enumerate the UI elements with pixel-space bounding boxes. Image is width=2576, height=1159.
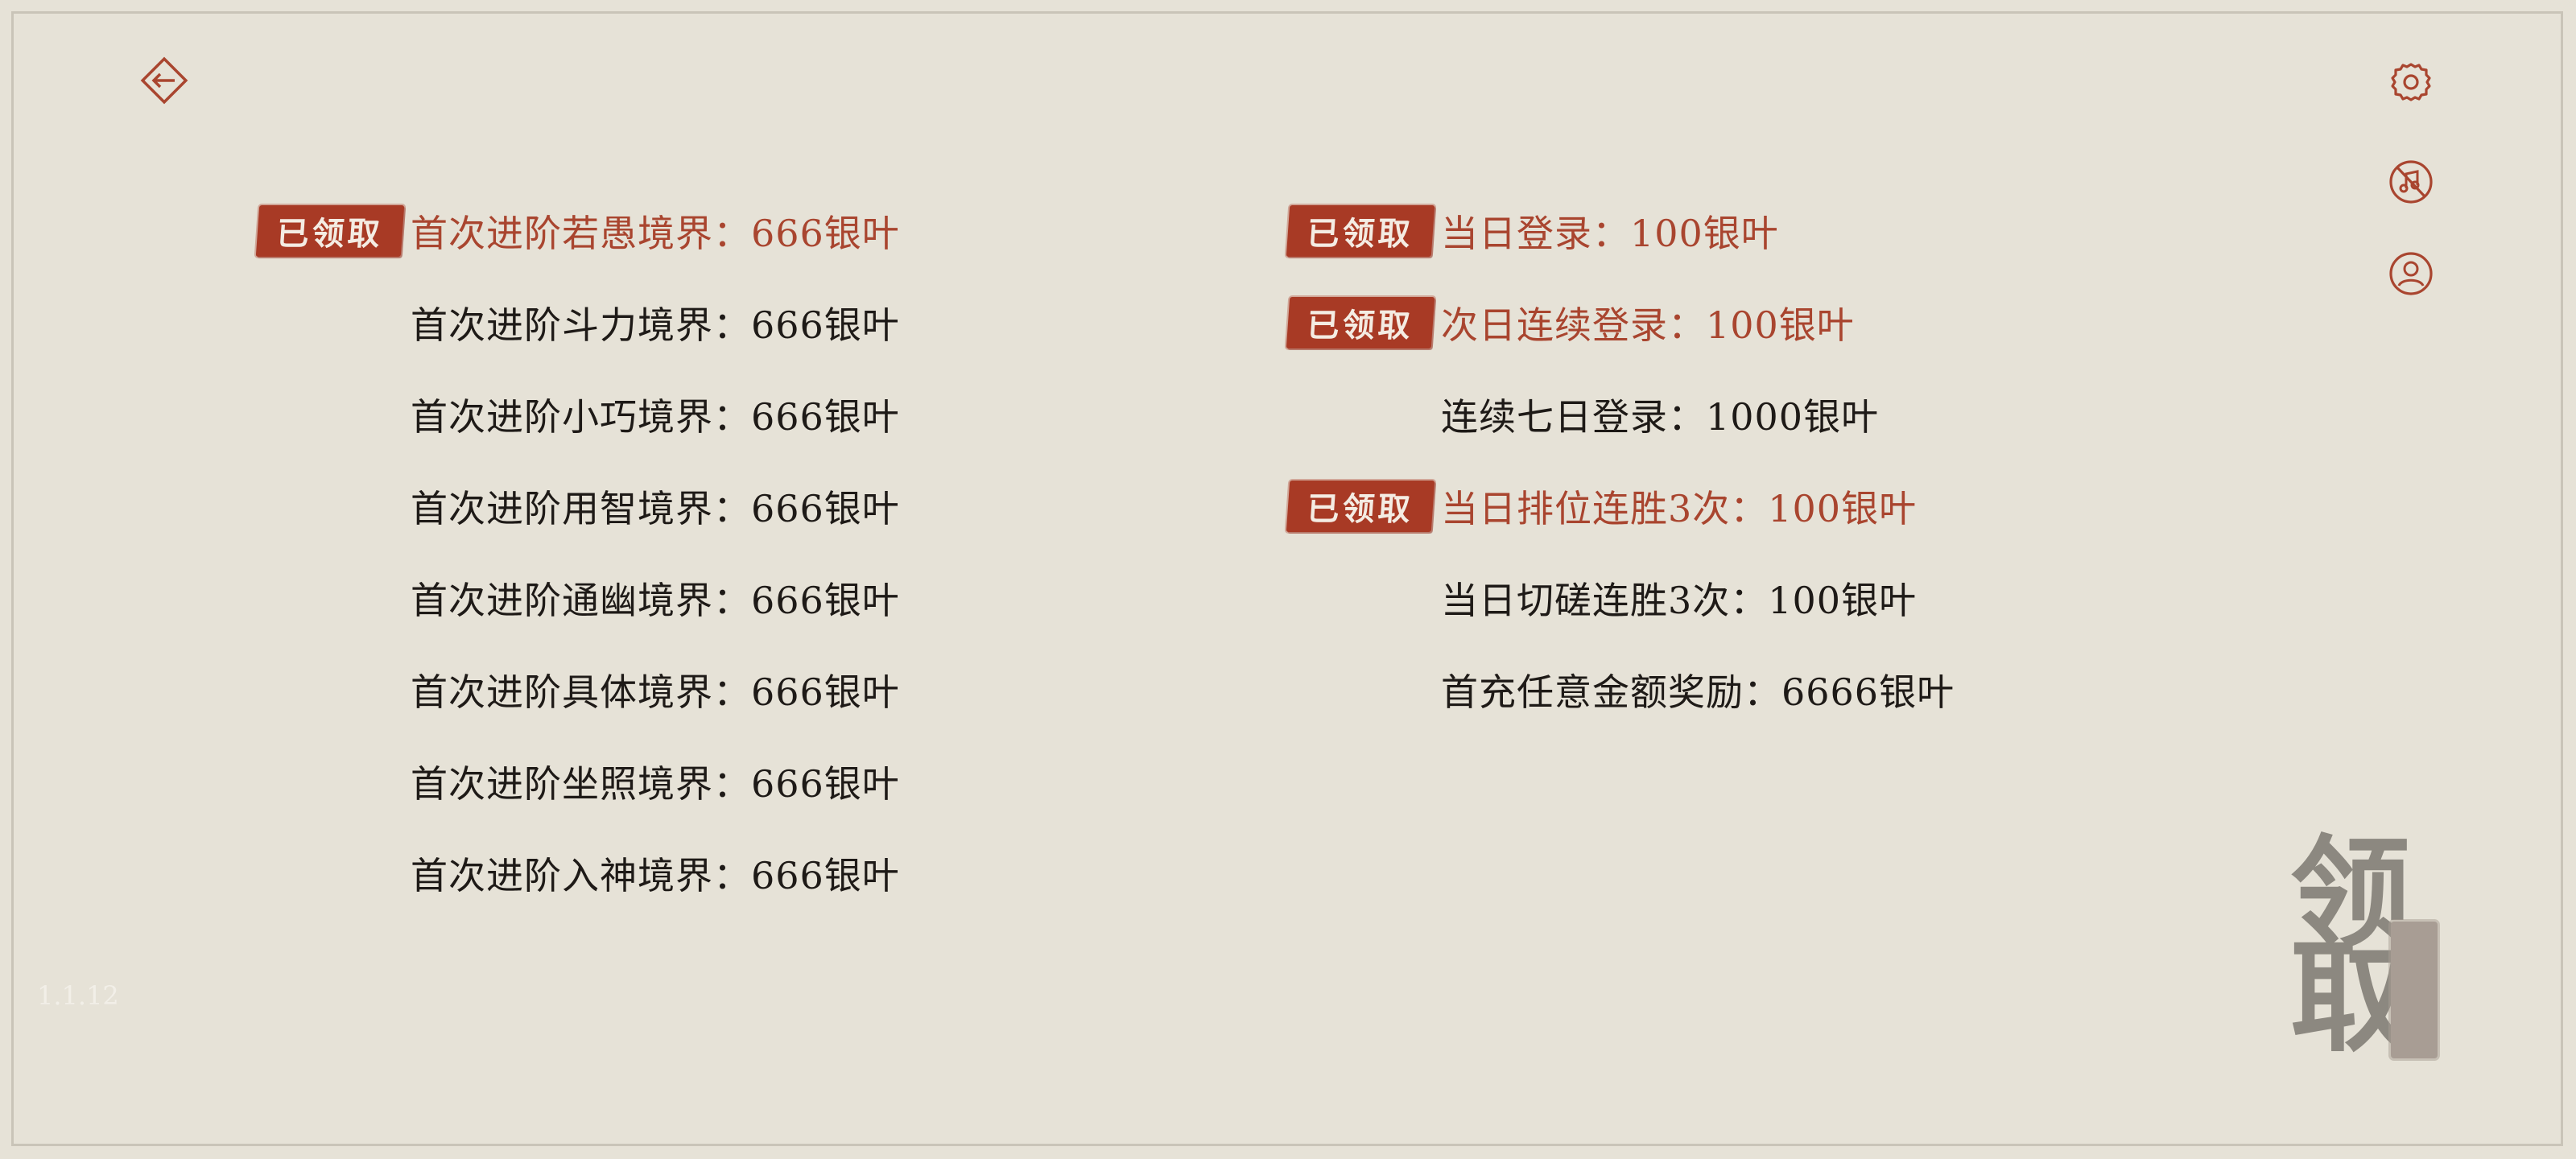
- reward-row[interactable]: 当日切磋连胜3次：100银叶: [1288, 552, 1955, 644]
- reward-label: 首次进阶具体境界：666银叶: [411, 670, 900, 714]
- reward-row[interactable]: 首次进阶斗力境界：666银叶: [258, 277, 900, 369]
- reward-label: 首次进阶若愚境界：666银叶: [411, 212, 900, 255]
- reward-row[interactable]: 首次进阶通幽境界：666银叶: [258, 552, 900, 644]
- reward-row[interactable]: 已领取 次日连续登录：100银叶: [1286, 277, 1955, 369]
- daily-rewards-list: 已领取 当日登录：100银叶 已领取 次日连续登录：100银叶 连续七日登录：1000银…: [1286, 185, 1955, 736]
- claim-all-button[interactable]: 领 取: [2290, 833, 2443, 1058]
- claimed-stamp: 已领取: [1286, 205, 1435, 257]
- claim-status-slot: 已领取: [1286, 478, 1441, 534]
- reward-row[interactable]: 首次进阶小巧境界：666银叶: [258, 369, 900, 460]
- reward-label: 首次进阶斗力境界：666银叶: [411, 303, 900, 347]
- reward-label: 当日登录：100银叶: [1441, 212, 1779, 255]
- claim-status-slot: [258, 845, 411, 901]
- claim-status-slot: 已领取: [1286, 295, 1441, 351]
- claim-status-slot: [258, 662, 411, 718]
- back-arrow-icon: [138, 54, 191, 107]
- claimed-stamp: 已领取: [1286, 297, 1435, 349]
- claim-status-slot: 已领取: [1286, 203, 1441, 259]
- settings-button[interactable]: [2379, 50, 2443, 114]
- claim-status-slot: [258, 386, 411, 443]
- claim-status-slot: [1288, 662, 1441, 718]
- profile-button[interactable]: [2379, 241, 2443, 306]
- reward-label: 连续七日登录：1000银叶: [1441, 395, 1880, 439]
- reward-label: 首次进阶坐照境界：666银叶: [411, 762, 900, 806]
- claim-status-slot: [258, 295, 411, 351]
- reward-row[interactable]: 首充任意金额奖励：6666银叶: [1288, 644, 1955, 736]
- reward-label: 当日排位连胜3次：100银叶: [1441, 487, 1918, 530]
- reward-label: 当日切磋连胜3次：100银叶: [1441, 579, 1918, 622]
- claimed-stamp: 已领取: [1286, 481, 1435, 532]
- claim-status-slot: [1288, 386, 1441, 443]
- claim-seal-mark: [2391, 922, 2438, 1058]
- reward-label: 首次进阶用智境界：666银叶: [411, 487, 900, 530]
- rank-rewards-list: 已领取 首次进阶若愚境界：666银叶 首次进阶斗力境界：666银叶 首次进阶小巧境界：…: [255, 185, 900, 919]
- back-button[interactable]: [132, 48, 196, 113]
- reward-row[interactable]: 连续七日登录：1000银叶: [1288, 369, 1955, 460]
- user-icon: [2387, 250, 2435, 298]
- reward-row[interactable]: 首次进阶用智境界：666银叶: [258, 460, 900, 552]
- reward-row[interactable]: 已领取 当日排位连胜3次：100银叶: [1286, 460, 1955, 552]
- reward-row[interactable]: 首次进阶坐照境界：666银叶: [258, 736, 900, 827]
- reward-row[interactable]: 已领取 首次进阶若愚境界：666银叶: [255, 185, 900, 277]
- reward-label: 首次进阶小巧境界：666银叶: [411, 395, 900, 439]
- claim-status-slot: 已领取: [255, 203, 411, 259]
- reward-row[interactable]: 首次进阶具体境界：666银叶: [258, 644, 900, 736]
- reward-row[interactable]: 已领取 当日登录：100银叶: [1286, 185, 1955, 277]
- reward-label: 首次进阶入神境界：666银叶: [411, 854, 900, 897]
- claimed-stamp: 已领取: [255, 205, 405, 257]
- reward-row[interactable]: 首次进阶入神境界：666银叶: [258, 827, 900, 919]
- claim-status-slot: [1288, 570, 1441, 626]
- reward-label: 次日连续登录：100银叶: [1441, 303, 1855, 347]
- gear-icon: [2388, 60, 2434, 105]
- claim-status-slot: [258, 570, 411, 626]
- claim-status-slot: [258, 478, 411, 534]
- claim-status-slot: [258, 753, 411, 810]
- music-off-icon: [2387, 158, 2435, 206]
- reward-label: 首充任意金额奖励：6666银叶: [1441, 670, 1955, 714]
- reward-label: 首次进阶通幽境界：666银叶: [411, 579, 900, 622]
- music-toggle-button[interactable]: [2379, 150, 2443, 214]
- version-label: 1.1.12: [37, 980, 119, 1011]
